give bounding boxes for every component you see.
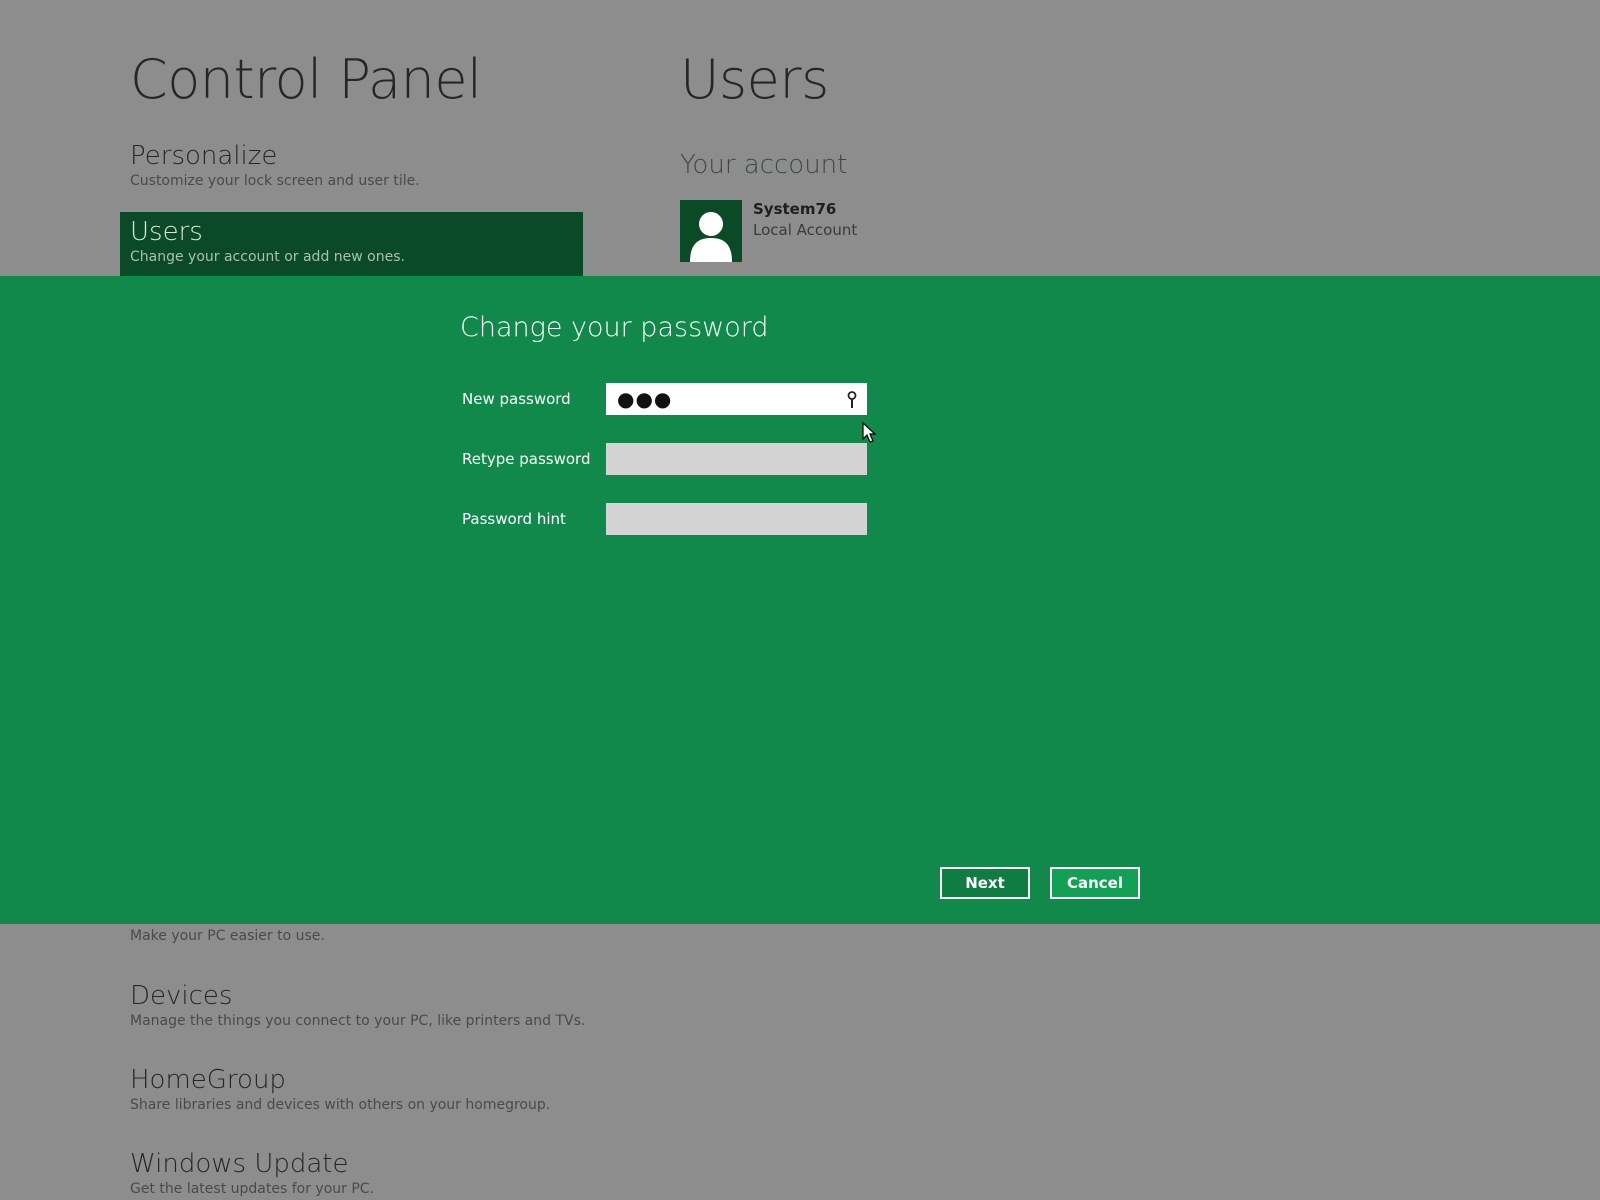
next-button[interactable]: Next xyxy=(940,867,1030,899)
nav-item-description: Get the latest updates for your PC. xyxy=(130,1181,375,1197)
new-password-label: New password xyxy=(462,390,571,408)
retype-password-label: Retype password xyxy=(462,450,591,468)
nav-item-users[interactable]: Users Change your account or add new one… xyxy=(120,212,583,276)
account-name: System76 xyxy=(753,200,837,218)
change-password-dialog: Change your password New password ●●● Re… xyxy=(0,276,1600,924)
your-account-heading: Your account xyxy=(680,150,848,180)
account-row[interactable]: System76 Local Account xyxy=(680,200,980,264)
nav-item-windows-update[interactable]: Windows Update Get the latest updates fo… xyxy=(130,1148,374,1198)
password-hint-input[interactable] xyxy=(606,503,867,535)
nav-item-description: Share libraries and devices with others … xyxy=(130,1097,551,1113)
password-hint-label: Password hint xyxy=(462,510,566,528)
nav-item-homegroup[interactable]: HomeGroup Share libraries and devices wi… xyxy=(130,1064,550,1114)
nav-item-description: Customize your lock screen and user tile… xyxy=(130,173,420,189)
nav-item-label: Devices xyxy=(130,981,233,1011)
your-account-section: Your account System76 Local Account xyxy=(680,150,857,262)
retype-password-input[interactable] xyxy=(606,443,867,475)
dialog-title: Change your password xyxy=(460,312,769,343)
nav-item-label: Personalize xyxy=(130,141,278,171)
nav-item-description: Change your account or add new ones. xyxy=(130,249,405,265)
control-panel-title: Control Panel xyxy=(130,48,482,111)
mouse-cursor-icon xyxy=(862,422,877,443)
nav-item-personalize[interactable]: Personalize Customize your lock screen a… xyxy=(120,136,583,200)
new-password-input[interactable]: ●●● xyxy=(606,383,867,415)
user-avatar-icon xyxy=(680,200,742,262)
nav-item-label: HomeGroup xyxy=(130,1065,286,1095)
nav-item-devices[interactable]: Devices Manage the things you connect to… xyxy=(130,980,585,1030)
nav-item-label: Windows Update xyxy=(130,1149,349,1179)
nav-item-description: Manage the things you connect to your PC… xyxy=(130,1013,586,1029)
users-page-title: Users xyxy=(680,48,829,111)
password-reveal-icon[interactable] xyxy=(846,391,858,409)
nav-item-label: Users xyxy=(130,217,203,247)
cancel-button[interactable]: Cancel xyxy=(1050,867,1140,899)
new-password-value: ●●● xyxy=(617,387,673,411)
account-type: Local Account xyxy=(753,221,858,239)
ease-of-access-description: Make your PC easier to use. xyxy=(130,928,325,944)
